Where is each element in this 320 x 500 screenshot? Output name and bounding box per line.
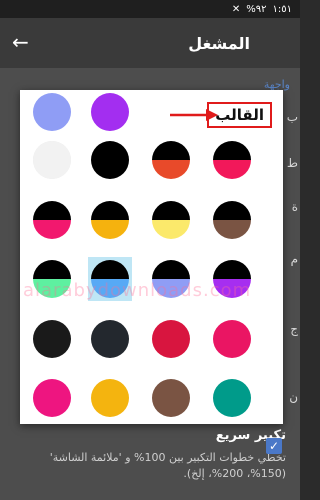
theme-swatch[interactable] (210, 198, 254, 242)
theme-swatch[interactable] (30, 257, 74, 301)
theme-swatch[interactable] (149, 138, 193, 182)
theme-swatch-circle (213, 201, 251, 239)
quick-zoom-checkbox[interactable]: ✓ (266, 438, 282, 454)
app-bar: المشغل ← (0, 18, 300, 68)
quick-zoom-description: تخطي خطوات التكبير بين 100% و 'ملائمة ال… (49, 451, 286, 480)
theme-swatch-circle (213, 379, 251, 417)
theme-swatch-circle (33, 93, 71, 131)
arrow-left-icon[interactable]: ← (12, 30, 29, 54)
theme-swatch-circle (33, 260, 71, 298)
theme-swatch[interactable] (210, 317, 254, 361)
status-bar: ✕ %٩٢ ١:٥١ (0, 0, 300, 18)
theme-swatch-circle (152, 379, 190, 417)
theme-swatch-circle (33, 141, 71, 179)
theme-swatch[interactable] (149, 317, 193, 361)
quick-zoom-setting[interactable]: تكبير سريع تخطي خطوات التكبير بين 100% و… (0, 420, 300, 500)
theme-swatch[interactable] (210, 376, 254, 420)
theme-swatch-circle (152, 201, 190, 239)
battery-percent: %٩٢ (246, 3, 267, 15)
setting-fragment[interactable]: ب (287, 110, 298, 124)
annotation-arrow-icon (170, 109, 218, 121)
theme-swatch[interactable] (30, 138, 74, 182)
theme-swatch-circle (33, 379, 71, 417)
theme-swatch-circle (213, 141, 251, 179)
theme-swatch[interactable] (88, 138, 132, 182)
setting-fragment[interactable]: م (291, 252, 298, 266)
clock: ١:٥١ (272, 3, 292, 15)
theme-swatch-circle (91, 260, 129, 298)
theme-swatch[interactable] (149, 257, 193, 301)
theme-swatch-circle (91, 141, 129, 179)
theme-swatch[interactable] (149, 376, 193, 420)
theme-swatch-circle (33, 320, 71, 358)
theme-swatch[interactable] (88, 376, 132, 420)
theme-swatch[interactable] (210, 257, 254, 301)
theme-swatch-circle (91, 379, 129, 417)
theme-swatch[interactable] (149, 198, 193, 242)
theme-swatch[interactable] (30, 90, 74, 134)
theme-swatch[interactable] (30, 317, 74, 361)
theme-swatch-circle (91, 93, 129, 131)
setting-fragment[interactable]: ج (290, 322, 298, 336)
setting-fragment[interactable]: ة (292, 200, 298, 214)
theme-swatch-circle (91, 201, 129, 239)
theme-swatch[interactable] (88, 90, 132, 134)
theme-swatch[interactable] (88, 257, 132, 301)
signal-off-icon: ✕ (231, 3, 241, 15)
theme-swatch-circle (213, 260, 251, 298)
theme-swatch[interactable] (88, 198, 132, 242)
theme-swatch[interactable] (88, 317, 132, 361)
theme-swatch-circle (33, 201, 71, 239)
theme-swatch[interactable] (30, 198, 74, 242)
theme-swatch-circle (91, 320, 129, 358)
setting-fragment[interactable]: ط (287, 156, 298, 170)
theme-swatch-circle (152, 320, 190, 358)
theme-swatch-circle (152, 260, 190, 298)
theme-dialog: القالب (20, 90, 283, 424)
theme-swatch-circle (213, 320, 251, 358)
theme-swatch-circle (152, 141, 190, 179)
setting-fragment[interactable]: ن (289, 390, 298, 404)
theme-swatch[interactable] (30, 376, 74, 420)
theme-swatch[interactable] (210, 138, 254, 182)
page-title: المشغل (188, 33, 250, 53)
